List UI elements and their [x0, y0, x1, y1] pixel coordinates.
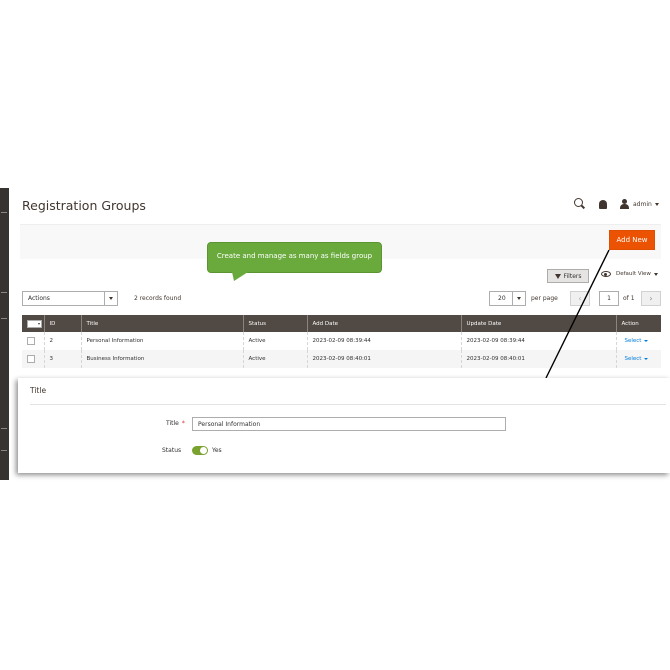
bell-icon[interactable] — [599, 199, 607, 209]
row-checkbox[interactable] — [27, 355, 35, 363]
col-add-date[interactable]: Add Date — [306, 315, 461, 332]
cell-action[interactable]: Select — [615, 332, 661, 350]
next-page-button[interactable]: › — [641, 291, 661, 306]
filters-label: Filters — [563, 272, 582, 280]
cell-add-date: 2023-02-09 08:40:01 — [306, 350, 461, 368]
cell-id: 2 — [43, 332, 81, 350]
view-switcher[interactable]: Default View — [601, 271, 658, 277]
screenshot-canvas: Registration Groups admin Add New Create… — [0, 0, 670, 670]
row-checkbox[interactable] — [27, 337, 35, 345]
form-section-title: Title — [30, 386, 47, 395]
status-toggle-label: Yes — [212, 447, 222, 454]
col-status[interactable]: Status — [242, 315, 307, 332]
mass-actions-select[interactable]: Actions — [22, 291, 118, 306]
funnel-icon — [554, 273, 561, 279]
per-page-label: per page — [531, 295, 558, 302]
cell-update-date: 2023-02-09 08:39:44 — [460, 332, 616, 350]
select-arrow-icon — [512, 292, 525, 305]
toggle-knob — [200, 447, 207, 454]
section-divider — [30, 404, 666, 405]
header-actions: admin — [574, 197, 659, 211]
callout-tail — [232, 272, 248, 281]
page-number-input[interactable]: 1 — [599, 291, 619, 306]
title-input[interactable]: Personal Information — [192, 417, 506, 431]
required-marker: * — [181, 420, 185, 427]
eye-icon — [601, 271, 611, 277]
cell-add-date: 2023-02-09 08:39:44 — [306, 332, 461, 350]
page-title: Registration Groups — [22, 198, 146, 213]
cell-title: Personal Information — [80, 332, 243, 350]
admin-sidebar[interactable] — [0, 188, 9, 480]
search-icon[interactable] — [574, 198, 586, 210]
user-icon — [620, 199, 629, 209]
select-arrow-icon — [104, 292, 117, 305]
mass-select-checkbox[interactable] — [27, 319, 42, 328]
total-pages: of 1 — [623, 295, 635, 302]
title-label-text: Title — [166, 420, 179, 427]
row-action-select[interactable]: Select — [625, 356, 642, 362]
col-update-date[interactable]: Update Date — [460, 315, 616, 332]
row-action-select[interactable]: Select — [625, 338, 642, 344]
table-row[interactable]: 3 Business Information Active 2023-02-09… — [22, 350, 661, 368]
cell-id: 3 — [43, 350, 81, 368]
records-found: 2 records found — [134, 295, 182, 302]
cell-action[interactable]: Select — [615, 350, 661, 368]
table-row[interactable]: 2 Personal Information Active 2023-02-09… — [22, 332, 661, 350]
previous-page-button[interactable]: ‹ — [570, 291, 590, 306]
chevron-down-icon — [644, 339, 649, 342]
cell-title: Business Information — [80, 350, 243, 368]
data-grid: ID Title Status Add Date Update Date Act… — [22, 315, 661, 368]
chevron-down-icon — [644, 357, 649, 360]
per-page-select[interactable]: 20 — [489, 291, 526, 306]
chevron-down-icon — [654, 202, 659, 206]
mass-select-header[interactable] — [22, 315, 44, 332]
col-title[interactable]: Title — [80, 315, 243, 332]
callout-bubble: Create and manage as many as fields grou… — [207, 242, 382, 273]
col-action: Action — [615, 315, 661, 332]
mass-actions-label: Actions — [28, 295, 50, 302]
view-label: Default View — [616, 271, 651, 277]
col-id[interactable]: ID — [43, 315, 81, 332]
cell-update-date: 2023-02-09 08:40:01 — [460, 350, 616, 368]
title-form-panel: Title Title * Personal Information Status… — [18, 378, 670, 473]
user-name: admin — [633, 200, 652, 208]
status-field-label: Status — [162, 447, 182, 454]
add-new-button[interactable]: Add New — [609, 230, 655, 250]
chevron-down-icon — [653, 272, 658, 276]
grid-header-row: ID Title Status Add Date Update Date Act… — [22, 315, 661, 332]
cell-status: Active — [242, 350, 307, 368]
row-checkbox-cell[interactable] — [22, 332, 44, 350]
status-toggle[interactable] — [192, 446, 208, 455]
title-field-label: Title * — [166, 420, 185, 427]
user-menu[interactable]: admin — [620, 199, 659, 209]
per-page-value: 20 — [498, 295, 506, 302]
cell-status: Active — [242, 332, 307, 350]
row-checkbox-cell[interactable] — [22, 350, 44, 368]
filters-button[interactable]: Filters — [547, 269, 589, 283]
